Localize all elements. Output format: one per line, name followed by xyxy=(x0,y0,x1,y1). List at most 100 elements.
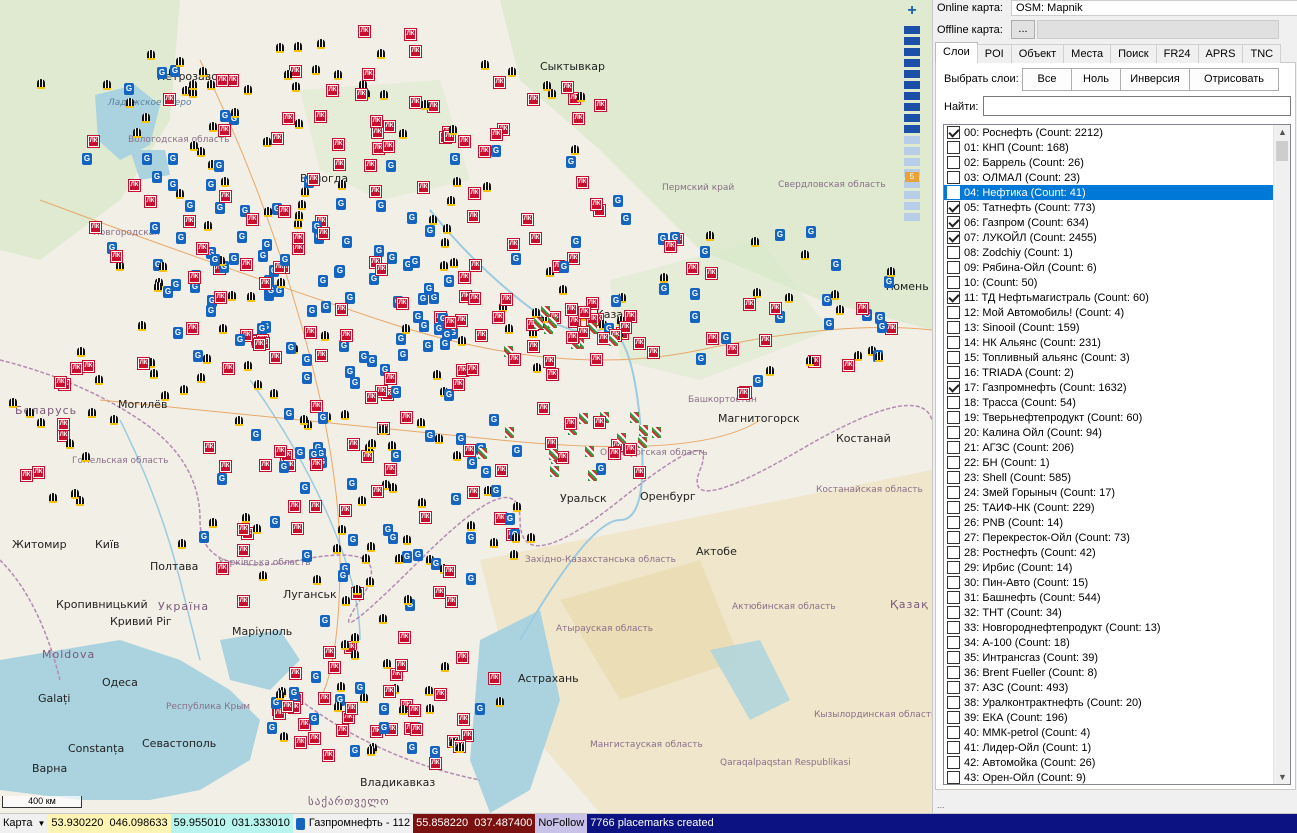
lukoil-placemark-icon[interactable]: ЛК xyxy=(336,724,349,737)
lukoil-placemark-icon[interactable]: ЛК xyxy=(358,25,371,38)
zoom-step[interactable] xyxy=(904,48,920,56)
lukoil-placemark-icon[interactable]: ЛК xyxy=(545,437,558,450)
lukoil-placemark-icon[interactable]: ЛК xyxy=(564,417,577,430)
rosneft-placemark-icon[interactable] xyxy=(221,177,229,187)
gazpromneft-placemark-icon[interactable]: G xyxy=(210,254,220,266)
lukoil-placemark-icon[interactable]: ЛК xyxy=(310,400,323,413)
rosneft-placemark-icon[interactable] xyxy=(660,273,668,283)
lukoil-placemark-icon[interactable]: ЛК xyxy=(396,297,409,310)
layer-checkbox[interactable] xyxy=(947,366,960,379)
lukoil-placemark-icon[interactable]: ЛК xyxy=(364,159,377,172)
rosneft-placemark-icon[interactable] xyxy=(402,324,410,334)
follow-mode[interactable]: NoFollow xyxy=(535,814,588,833)
layer-checkbox[interactable] xyxy=(947,651,960,664)
lukoil-placemark-icon[interactable]: ЛК xyxy=(608,447,621,460)
layer-item[interactable]: 08: Zodchiy (Count: 1) xyxy=(944,245,1275,260)
rosneft-placemark-icon[interactable] xyxy=(277,278,285,288)
gazpromneft-placemark-icon[interactable]: G xyxy=(289,687,299,699)
lukoil-placemark-icon[interactable]: ЛК xyxy=(323,646,336,659)
rosneft-placemark-icon[interactable] xyxy=(292,82,300,92)
gazpromneft-placemark-icon[interactable]: G xyxy=(321,301,331,313)
layer-checkbox[interactable] xyxy=(947,546,960,559)
tatneft-placemark-icon[interactable] xyxy=(609,335,618,346)
rosneft-placemark-icon[interactable] xyxy=(190,141,198,151)
gazpromneft-placemark-icon[interactable]: G xyxy=(613,195,623,207)
rosneft-placemark-icon[interactable] xyxy=(126,98,134,108)
gazpromneft-placemark-icon[interactable]: G xyxy=(481,466,491,478)
gazpromneft-placemark-icon[interactable]: G xyxy=(824,318,834,330)
rosneft-placemark-icon[interactable] xyxy=(512,533,520,543)
layer-checkbox[interactable] xyxy=(947,471,960,484)
rosneft-placemark-icon[interactable] xyxy=(421,100,429,110)
layer-checkbox[interactable] xyxy=(947,261,960,274)
gazpromneft-placemark-icon[interactable]: G xyxy=(339,340,349,352)
rosneft-placemark-icon[interactable] xyxy=(362,554,370,564)
zoom-step[interactable] xyxy=(904,70,920,78)
rosneft-placemark-icon[interactable] xyxy=(368,439,376,449)
map-view[interactable]: Петрозаводск Сыктывкар Ладожское озеро Воло… xyxy=(0,0,932,813)
gazpromneft-placemark-icon[interactable]: G xyxy=(295,447,305,459)
zoom-step[interactable] xyxy=(904,92,920,100)
rosneft-placemark-icon[interactable] xyxy=(481,60,489,70)
rosneft-placemark-icon[interactable] xyxy=(26,408,34,418)
rosneft-placemark-icon[interactable] xyxy=(88,408,96,418)
tatneft-placemark-icon[interactable] xyxy=(579,413,588,424)
layer-checkbox[interactable] xyxy=(947,216,960,229)
lukoil-placemark-icon[interactable]: ЛК xyxy=(577,326,590,339)
lukoil-placemark-icon[interactable]: ЛК xyxy=(433,586,446,599)
gazpromneft-placemark-icon[interactable]: G xyxy=(199,531,209,543)
rosneft-placemark-icon[interactable] xyxy=(180,385,188,395)
gazpromneft-placemark-icon[interactable]: G xyxy=(214,160,224,172)
layer-item[interactable]: 14: НК Альянс (Count: 231) xyxy=(944,335,1275,350)
lukoil-placemark-icon[interactable]: ЛК xyxy=(546,368,559,381)
lukoil-placemark-icon[interactable]: ЛК xyxy=(468,187,481,200)
gazpromneft-placemark-icon[interactable]: G xyxy=(347,478,357,490)
rosneft-placemark-icon[interactable] xyxy=(159,262,167,272)
lukoil-placemark-icon[interactable]: ЛК xyxy=(408,704,421,717)
layer-checkbox[interactable] xyxy=(947,426,960,439)
lukoil-placemark-icon[interactable]: ЛК xyxy=(188,271,201,284)
layer-checkbox[interactable] xyxy=(947,726,960,739)
rosneft-placemark-icon[interactable] xyxy=(426,704,434,714)
gazpromneft-placemark-icon[interactable]: G xyxy=(258,250,268,262)
lukoil-placemark-icon[interactable]: ЛК xyxy=(328,661,341,674)
gazpromneft-placemark-icon[interactable]: G xyxy=(345,292,355,304)
rosneft-placemark-icon[interactable] xyxy=(453,451,461,461)
zoom-step[interactable] xyxy=(904,136,920,144)
gazpromneft-placemark-icon[interactable]: G xyxy=(355,682,365,694)
rosneft-placemark-icon[interactable] xyxy=(209,122,217,132)
rosneft-placemark-icon[interactable] xyxy=(360,693,368,703)
rosneft-placemark-icon[interactable] xyxy=(571,145,579,155)
lukoil-placemark-icon[interactable]: ЛК xyxy=(572,112,585,125)
lukoil-placemark-icon[interactable]: ЛК xyxy=(314,110,327,123)
rosneft-placemark-icon[interactable] xyxy=(706,231,714,241)
rosneft-placemark-icon[interactable] xyxy=(490,538,498,548)
lukoil-placemark-icon[interactable]: ЛК xyxy=(427,100,440,113)
zoom-slider[interactable]: + 5 xyxy=(902,3,922,234)
gazpromneft-placemark-icon[interactable]: G xyxy=(270,516,280,528)
lukoil-placemark-icon[interactable]: ЛК xyxy=(490,128,503,141)
draw-button[interactable]: Отрисовать xyxy=(1189,68,1279,91)
lukoil-placemark-icon[interactable]: ЛК xyxy=(529,232,542,245)
layer-checkbox[interactable] xyxy=(947,126,960,139)
layer-checkbox[interactable] xyxy=(947,141,960,154)
gazpromneft-placemark-icon[interactable]: G xyxy=(456,433,466,445)
lukoil-placemark-icon[interactable]: ЛК xyxy=(237,523,250,536)
lukoil-placemark-icon[interactable]: ЛК xyxy=(87,135,100,148)
layer-checkbox[interactable] xyxy=(947,531,960,544)
gazpromneft-placemark-icon[interactable]: G xyxy=(386,160,396,172)
gazpromneft-placemark-icon[interactable]: G xyxy=(335,265,345,277)
lukoil-placemark-icon[interactable]: ЛК xyxy=(664,240,677,253)
lukoil-placemark-icon[interactable]: ЛК xyxy=(469,259,482,272)
lukoil-placemark-icon[interactable]: ЛК xyxy=(163,93,176,106)
lukoil-placemark-icon[interactable]: ЛК xyxy=(743,298,756,311)
gazpromneft-placemark-icon[interactable]: G xyxy=(376,200,386,212)
lukoil-placemark-icon[interactable]: ЛК xyxy=(237,595,250,608)
lukoil-placemark-icon[interactable]: ЛК xyxy=(475,329,488,342)
lukoil-placemark-icon[interactable]: ЛК xyxy=(633,337,646,350)
rosneft-placemark-icon[interactable] xyxy=(301,187,309,197)
lukoil-placemark-icon[interactable]: ЛК xyxy=(521,213,534,226)
gazpromneft-placemark-icon[interactable]: G xyxy=(491,145,501,157)
tatneft-placemark-icon[interactable] xyxy=(652,427,661,438)
lukoil-placemark-icon[interactable]: ЛК xyxy=(339,504,352,517)
